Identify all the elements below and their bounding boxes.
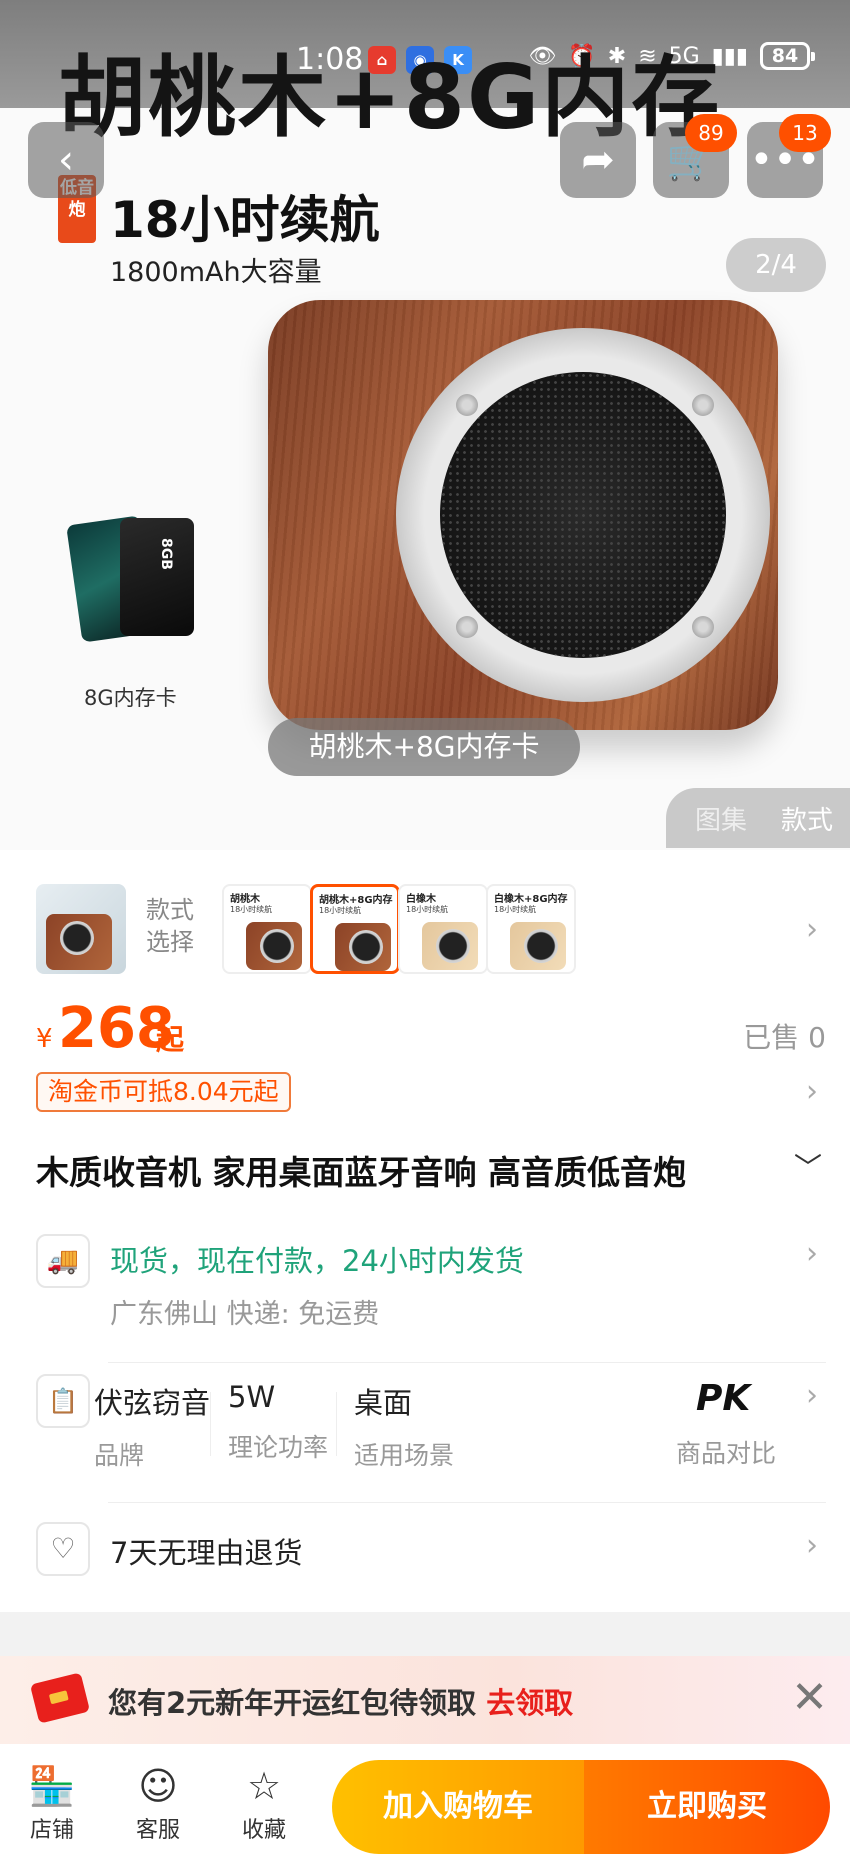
speaker-product-image bbox=[268, 300, 778, 730]
sd-card-image: 8GB bbox=[120, 518, 194, 636]
message-count-badge: 13 bbox=[779, 114, 831, 152]
shipping-status: 现货，现在付款，24小时内发货 bbox=[110, 1244, 524, 1278]
product-title: 木质收音机 家用桌面蓝牙音响 高音质低音炮 bbox=[36, 1153, 686, 1192]
chevron-right-icon: › bbox=[806, 1378, 818, 1413]
return-policy-row[interactable]: ♡ 7天无理由退货 › bbox=[36, 1522, 826, 1582]
speaker-grille bbox=[440, 372, 726, 658]
price-row: ¥ 268 起 已售 0 bbox=[36, 996, 826, 1066]
share-button[interactable]: ➦ bbox=[560, 122, 636, 198]
spec-brand: 伏弦窃音 品牌 bbox=[94, 1386, 211, 1470]
coin-offer-tag: 淘金币可抵8.04元起 bbox=[36, 1072, 291, 1112]
promo-subheadline: 1800mAh大容量 bbox=[110, 257, 322, 288]
tab-styles[interactable]: 款式 bbox=[781, 800, 833, 837]
cart-button[interactable]: 🛒 89 bbox=[653, 114, 737, 198]
more-button[interactable]: ••• 13 bbox=[747, 114, 831, 198]
style-thumb-oak[interactable]: 白橡木 18小时续航 bbox=[398, 884, 488, 974]
style-thumb-walnut[interactable]: 胡桃木 18小时续航 bbox=[222, 884, 312, 974]
promo-headline: 18小时续航 bbox=[110, 191, 380, 249]
chevron-right-icon: › bbox=[806, 1074, 818, 1109]
variant-label-pill: 胡桃木+8G内存卡 bbox=[268, 718, 580, 776]
chevron-right-icon[interactable]: › bbox=[806, 912, 818, 947]
close-icon[interactable]: ✕ bbox=[791, 1672, 828, 1723]
currency-symbol: ¥ bbox=[36, 1024, 53, 1054]
shipping-row[interactable]: 🚚 现货，现在付款，24小时内发货 广东佛山 快递: 免运费 › bbox=[36, 1234, 826, 1344]
back-button[interactable]: ‹ bbox=[28, 122, 104, 198]
customer-service-button[interactable]: ☺ 客服 bbox=[118, 1764, 198, 1844]
chevron-down-icon[interactable]: ﹀ bbox=[794, 1146, 822, 1186]
clipboard-icon: 📋 bbox=[36, 1374, 90, 1428]
chevron-left-icon: ‹ bbox=[58, 137, 74, 183]
image-counter: 2/4 bbox=[726, 238, 826, 292]
return-policy-text: 7天无理由退货 bbox=[110, 1536, 303, 1570]
media-tabs: 图集 款式 bbox=[666, 788, 850, 848]
tab-gallery[interactable]: 图集 bbox=[695, 800, 747, 837]
style-thumb-oak-8g[interactable]: 白橡木+8G内存 18小时续航 bbox=[486, 884, 576, 974]
sd-card-caption: 8G内存卡 bbox=[84, 686, 177, 710]
shipping-origin: 广东佛山 快递: 免运费 bbox=[110, 1299, 380, 1330]
chat-icon: ☺ bbox=[138, 1764, 178, 1808]
product-info-card: 款式选择 胡桃木 18小时续航 胡桃木+8G内存 18小时续航 白橡木 18小时… bbox=[0, 850, 850, 1612]
product-image-gallery[interactable]: 8GB 8G内存卡 低音炮 18小时续航 1800mAh大容量 2/4 胡桃木+… bbox=[0, 0, 850, 850]
sold-count: 已售 0 bbox=[743, 1021, 826, 1054]
pk-logo[interactable]: PK bbox=[696, 1378, 750, 1419]
style-picker-cover[interactable] bbox=[36, 884, 126, 974]
battery-icon: 84 bbox=[760, 42, 815, 70]
style-select-label[interactable]: 款式选择 bbox=[146, 894, 206, 958]
compare-label[interactable]: 商品对比 bbox=[676, 1434, 776, 1470]
add-to-cart-button[interactable]: 加入购物车 bbox=[332, 1760, 584, 1854]
red-envelope-icon bbox=[29, 1672, 91, 1724]
product-title-row[interactable]: 木质收音机 家用桌面蓝牙音响 高音质低音炮 ﹀ bbox=[36, 1146, 826, 1196]
style-thumb-walnut-8g[interactable]: 胡桃木+8G内存 18小时续航 bbox=[310, 884, 400, 974]
divider bbox=[108, 1362, 826, 1363]
coin-offer-row[interactable]: 淘金币可抵8.04元起 › bbox=[36, 1072, 826, 1116]
chevron-right-icon: › bbox=[806, 1528, 818, 1563]
buy-now-button[interactable]: 立即购买 bbox=[584, 1760, 830, 1854]
bottom-action-bar: 🏪 店铺 ☺ 客服 ☆ 收藏 加入购物车 立即购买 bbox=[0, 1744, 850, 1870]
favorite-button[interactable]: ☆ 收藏 bbox=[224, 1764, 304, 1844]
chevron-right-icon: › bbox=[806, 1236, 818, 1271]
spec-scenario: 桌面 适用场景 bbox=[354, 1386, 455, 1470]
heart-shield-icon: ♡ bbox=[36, 1522, 90, 1576]
spec-power: 5W 理论功率 bbox=[228, 1380, 329, 1462]
share-icon: ➦ bbox=[581, 137, 615, 183]
coupon-banner[interactable]: 您有2元新年开运红包待领取 去领取 ✕ bbox=[0, 1656, 850, 1744]
cart-count-badge: 89 bbox=[685, 114, 737, 152]
truck-icon: 🚚 bbox=[36, 1234, 90, 1288]
claim-coupon-link[interactable]: 去领取 bbox=[486, 1686, 573, 1720]
store-button[interactable]: 🏪 店铺 bbox=[12, 1764, 92, 1844]
speaker-ring bbox=[396, 328, 770, 702]
divider bbox=[108, 1502, 826, 1503]
spec-row[interactable]: 📋 伏弦窃音 品牌 5W 理论功率 桌面 适用场景 PK 商品对比 › bbox=[36, 1374, 826, 1474]
coupon-text: 您有2元新年开运红包待领取 去领取 bbox=[108, 1686, 574, 1720]
store-icon: 🏪 bbox=[28, 1764, 76, 1808]
star-icon: ☆ bbox=[246, 1764, 282, 1808]
price-suffix: 起 bbox=[156, 1023, 185, 1056]
style-picker[interactable]: 款式选择 胡桃木 18小时续航 胡桃木+8G内存 18小时续航 白橡木 18小时… bbox=[36, 884, 826, 978]
